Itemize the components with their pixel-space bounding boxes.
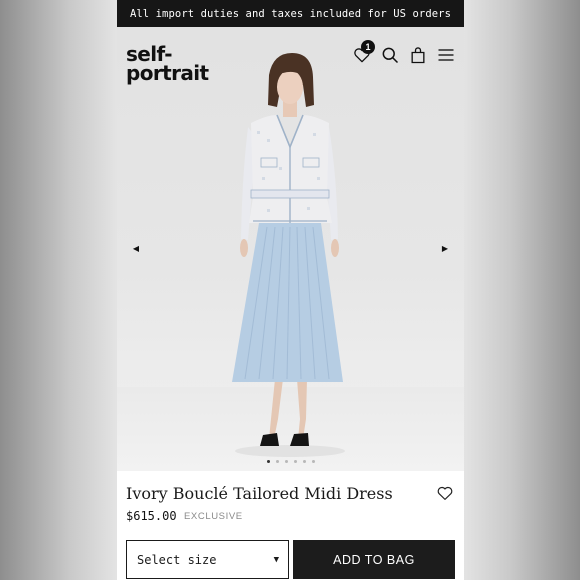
mobile-page: All import duties and taxes included for… — [117, 0, 464, 580]
search-button[interactable] — [378, 43, 402, 67]
gallery-prev-arrow-icon[interactable]: ◀ — [129, 241, 143, 255]
product-image-gallery[interactable]: self- portrait 1 ◀ ▶ — [117, 27, 464, 471]
promo-banner: All import duties and taxes included for… — [117, 0, 464, 27]
wishlist-button[interactable]: 1 — [350, 40, 375, 67]
gallery-pagination — [117, 460, 464, 463]
gallery-dot[interactable] — [275, 460, 279, 463]
promo-text: All import duties and taxes included for… — [129, 7, 452, 20]
header-actions: 1 — [350, 40, 458, 67]
shopping-bag-icon — [411, 47, 425, 64]
gallery-dot[interactable] — [311, 460, 315, 463]
chevron-down-icon: ▼ — [273, 554, 279, 565]
gallery-next-arrow-icon[interactable]: ▶ — [438, 241, 452, 255]
add-to-wishlist-button[interactable] — [436, 484, 454, 502]
size-select-label: Select size — [137, 552, 217, 567]
exclusive-tag: EXCLUSIVE — [184, 511, 243, 522]
menu-button[interactable] — [434, 43, 458, 67]
logo-line-2: portrait — [126, 61, 209, 85]
gallery-dot[interactable] — [302, 460, 306, 463]
add-to-bag-button[interactable]: ADD TO BAG — [293, 540, 455, 579]
brand-logo[interactable]: self- portrait — [126, 44, 209, 85]
gallery-dot[interactable] — [266, 460, 270, 463]
menu-icon — [438, 49, 454, 61]
bag-button[interactable] — [406, 43, 430, 67]
wishlist-count-badge: 1 — [361, 40, 375, 54]
product-price: $615.00 — [126, 509, 177, 523]
product-title: Ivory Bouclé Tailored Midi Dress — [126, 484, 393, 503]
product-photo-model — [232, 53, 345, 457]
heart-outline-icon — [437, 486, 453, 500]
gallery-dot[interactable] — [293, 460, 297, 463]
search-icon — [382, 47, 399, 64]
gallery-dot[interactable] — [284, 460, 288, 463]
size-select-dropdown[interactable]: Select size ▼ — [126, 540, 289, 579]
